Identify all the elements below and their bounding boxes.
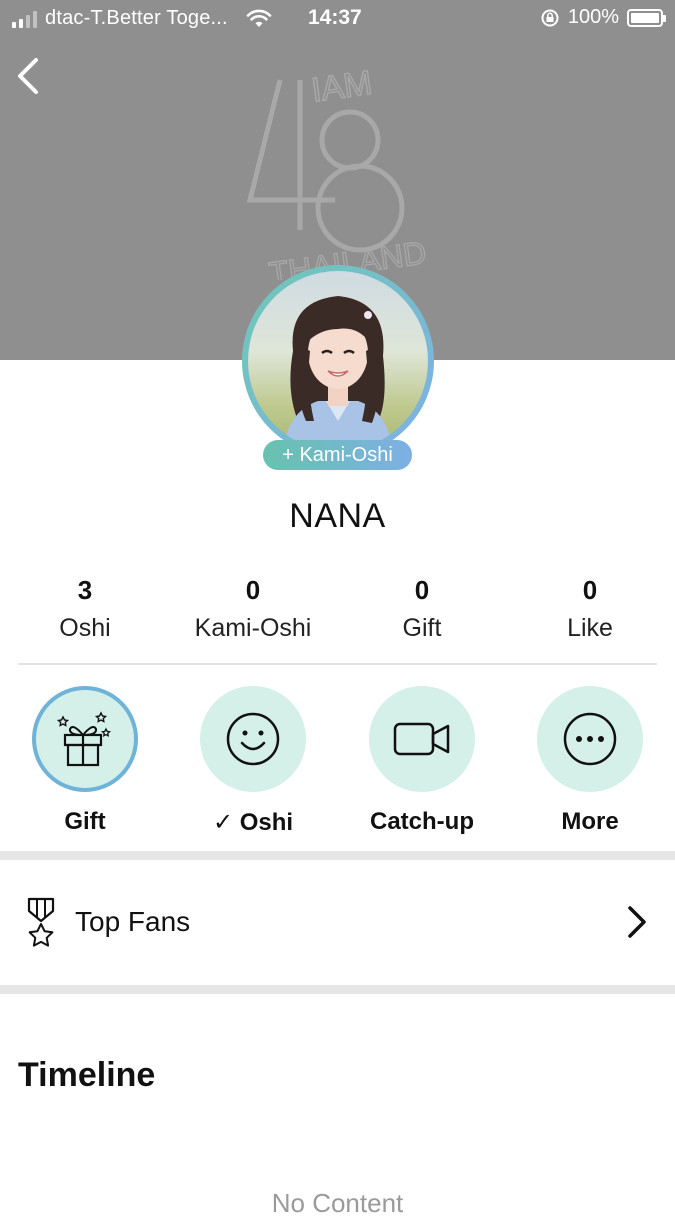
add-kami-oshi-button[interactable]: + Kami-Oshi xyxy=(263,440,412,470)
more-dots-icon xyxy=(563,712,617,766)
status-time: 14:37 xyxy=(308,6,362,29)
stat-value: 3 xyxy=(77,575,93,605)
more-button-circle[interactable] xyxy=(537,686,643,792)
video-camera-icon xyxy=(393,722,450,756)
chevron-left-icon xyxy=(18,58,38,94)
stats-divider xyxy=(18,663,657,665)
stat-label: Gift xyxy=(402,614,442,642)
signal-icon xyxy=(12,10,37,28)
status-bar: dtac-T.Better Toge... 14:37 100% xyxy=(0,0,675,38)
stat-label: Like xyxy=(567,614,613,642)
stats-row: 3 Oshi 0 Kami-Oshi 0 Gift 0 Like xyxy=(0,575,675,645)
stat-value: 0 xyxy=(582,575,598,605)
profile-photo xyxy=(283,296,393,451)
oshi-button-label: ✓ Oshi xyxy=(212,809,294,836)
smiley-icon xyxy=(226,712,280,766)
stat-label: Oshi xyxy=(59,614,111,642)
kami-oshi-button-label: + Kami-Oshi xyxy=(282,443,393,466)
stat-value: 0 xyxy=(245,575,261,605)
catch-up-button[interactable]: Catch-up xyxy=(337,686,507,836)
catch-up-button-label: Catch-up xyxy=(370,808,474,835)
battery-icon xyxy=(627,8,666,27)
timeline-title: Timeline xyxy=(18,1056,156,1094)
status-right: 100% xyxy=(540,6,666,29)
stat-oshi: 3 Oshi xyxy=(0,575,170,643)
orientation-lock-icon xyxy=(541,9,559,26)
medal-icon xyxy=(27,897,55,947)
stat-like: 0 Like xyxy=(505,575,675,643)
gift-button-circle[interactable] xyxy=(32,686,138,792)
battery-percent: 100% xyxy=(567,6,619,28)
stat-kami-oshi: 0 Kami-Oshi xyxy=(168,575,338,643)
top-fans-label: Top Fans xyxy=(75,906,191,937)
oshi-button[interactable]: ✓ Oshi xyxy=(168,686,338,837)
profile-avatar-ring[interactable] xyxy=(242,265,434,457)
gift-button-label: Gift xyxy=(64,808,106,835)
profile-avatar[interactable] xyxy=(248,271,428,451)
bnk48-logo-watermark: IAM THAILAND xyxy=(246,63,429,280)
profile-name: NANA xyxy=(289,497,386,535)
status-left: dtac-T.Better Toge... xyxy=(12,7,272,30)
more-button[interactable]: More xyxy=(505,686,675,836)
svg-text:IAM: IAM xyxy=(309,64,374,110)
gift-button[interactable]: Gift xyxy=(0,686,170,836)
stat-label: Kami-Oshi xyxy=(194,614,312,642)
oshi-button-circle[interactable] xyxy=(200,686,306,792)
chevron-right-icon xyxy=(628,906,646,938)
back-button[interactable] xyxy=(12,56,44,96)
top-fans-row[interactable]: Top Fans xyxy=(0,860,675,984)
timeline-empty-text: No Content xyxy=(271,1188,404,1218)
stat-value: 0 xyxy=(414,575,430,605)
section-separator xyxy=(0,985,675,994)
carrier-name: dtac-T.Better Toge... xyxy=(45,7,228,29)
section-separator xyxy=(0,851,675,860)
wifi-icon xyxy=(246,9,272,27)
stat-gift: 0 Gift xyxy=(337,575,507,643)
gift-icon xyxy=(56,711,112,767)
more-button-label: More xyxy=(561,808,619,835)
catch-up-button-circle[interactable] xyxy=(369,686,475,792)
